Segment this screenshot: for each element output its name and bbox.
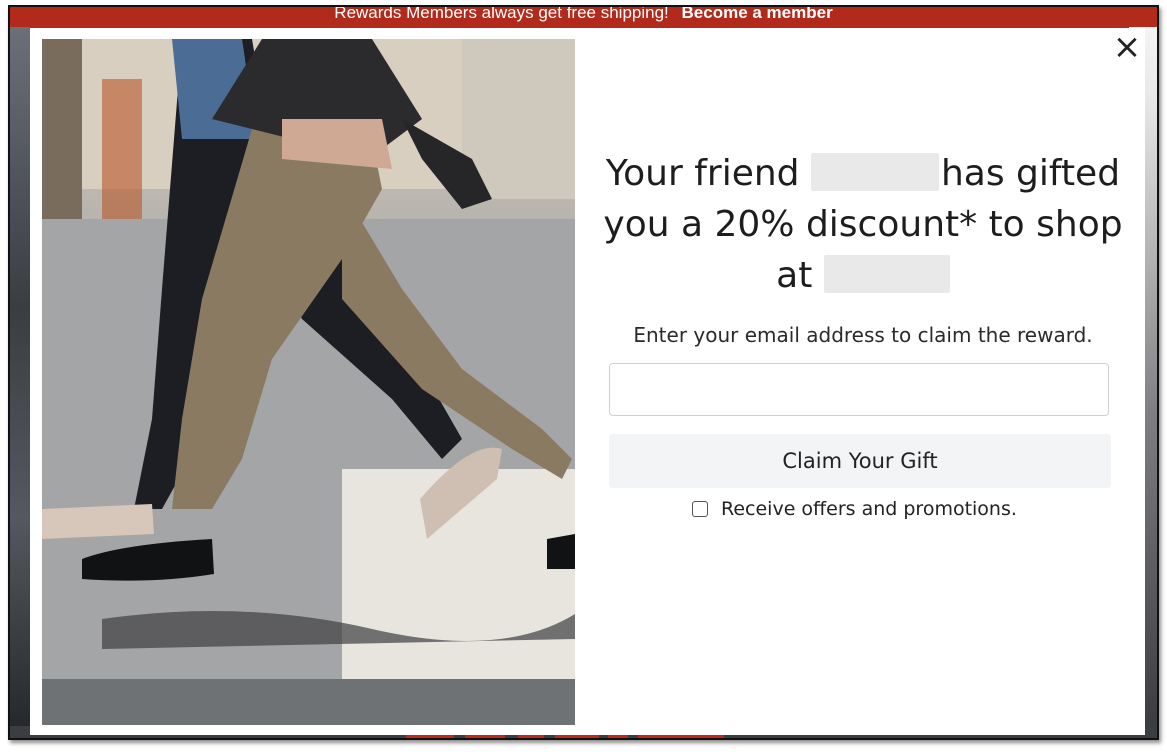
- offers-optin[interactable]: Receive offers and promotions.: [692, 496, 1017, 522]
- become-member-link[interactable]: Become a member: [682, 7, 833, 22]
- close-icon[interactable]: ×: [1112, 30, 1142, 64]
- headline-line3-before: at: [776, 255, 813, 296]
- gift-modal: × Your friend has gifted you a 20% disco…: [30, 28, 1145, 735]
- background-image-left: [10, 27, 30, 727]
- headline-line1-after: has gifted: [940, 153, 1121, 194]
- page-background: Rewards Members always get free shipping…: [8, 5, 1159, 740]
- email-input[interactable]: [609, 363, 1109, 416]
- promo-text: Rewards Members always get free shipping…: [334, 7, 669, 22]
- store-name-redacted: [823, 255, 950, 293]
- headline-line1-before: Your friend: [605, 153, 800, 194]
- friend-name-redacted: [810, 153, 939, 191]
- hero-photo: [42, 39, 575, 725]
- claim-gift-button[interactable]: Claim Your Gift: [609, 434, 1111, 488]
- walking-people-illustration: [42, 39, 575, 725]
- headline-line2: you a 20% discount* to shop: [603, 204, 1123, 245]
- modal-content: Your friend has gifted you a 20% discoun…: [598, 148, 1128, 347]
- promo-bar: Rewards Members always get free shipping…: [10, 7, 1157, 29]
- optin-label: Receive offers and promotions.: [721, 498, 1017, 520]
- gift-headline: Your friend has gifted you a 20% discoun…: [598, 148, 1128, 301]
- claim-instructions: Enter your email address to claim the re…: [633, 323, 1093, 347]
- checkbox-icon[interactable]: [692, 501, 708, 517]
